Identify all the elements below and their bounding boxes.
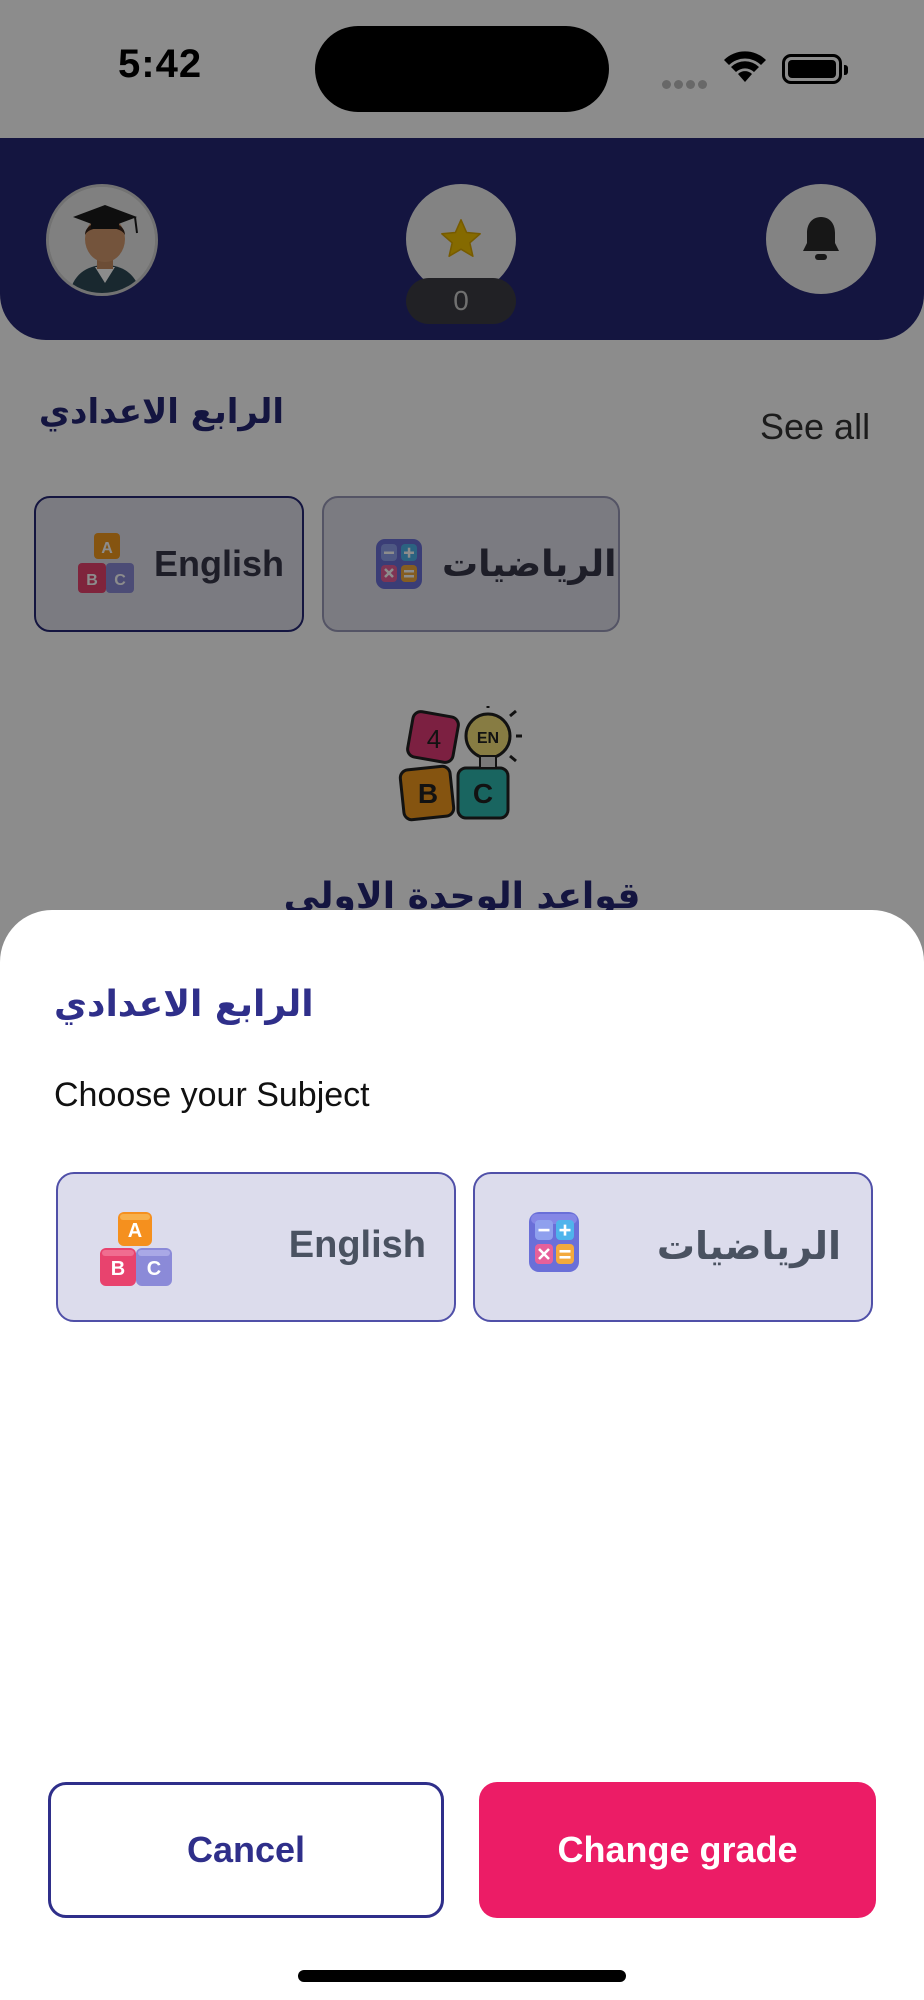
block-letter: A	[128, 1220, 142, 1242]
subject-label: الرياضيات	[656, 1224, 841, 1268]
block-letter: C	[147, 1258, 161, 1280]
calculator-icon	[529, 1212, 579, 1272]
block-letter: B	[111, 1258, 125, 1280]
subject-option-english[interactable]: A B C English	[56, 1172, 456, 1322]
sheet-subtitle: Choose your Subject	[54, 1076, 370, 1114]
home-indicator[interactable]	[298, 1970, 626, 1982]
subject-option-math[interactable]: الرياضيات	[473, 1172, 873, 1322]
choose-subject-sheet: الرابع الاعدادي Choose your Subject A B …	[0, 910, 924, 2000]
change-grade-button[interactable]: Change grade	[479, 1782, 876, 1918]
cancel-button[interactable]: Cancel	[48, 1782, 444, 1918]
abc-blocks-icon: A B C	[100, 1212, 172, 1286]
sheet-grade-title: الرابع الاعدادي	[54, 984, 314, 1025]
subject-label: English	[288, 1224, 426, 1266]
